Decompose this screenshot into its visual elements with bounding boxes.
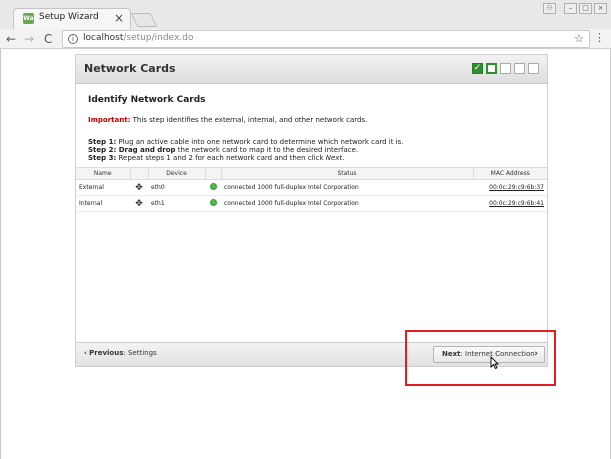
step-pending-icon bbox=[528, 63, 539, 74]
close-window-icon[interactable]: × bbox=[594, 3, 607, 14]
row-device: eth0 bbox=[148, 179, 205, 196]
browser-chrome: Wa Setup Wizard × ⚇ – □ × ← → C i localh… bbox=[0, 0, 611, 49]
bookmark-star-icon[interactable]: ☆ bbox=[574, 32, 584, 45]
mouse-cursor-icon bbox=[490, 355, 500, 372]
row-status: connected 1000 full-duplex Intel Corpora… bbox=[221, 179, 473, 196]
tab-strip: Wa Setup Wizard × ⚇ – □ × bbox=[0, 0, 611, 29]
network-cards-table: Name Device Status MAC Address External … bbox=[76, 167, 547, 212]
browser-toolbar: ← → C i localhost/setup/index.do ☆ ⋮ bbox=[0, 29, 611, 49]
mac-address-link[interactable]: 00:0c:29:c9:6b:41 bbox=[473, 195, 547, 212]
step-pending-icon bbox=[500, 63, 511, 74]
address-bar[interactable]: i localhost/setup/index.do ☆ bbox=[62, 30, 590, 48]
important-text: This step identifies the external, inter… bbox=[130, 116, 368, 124]
table-row[interactable]: External ✥ eth0 connected 1000 full-dupl… bbox=[76, 179, 547, 196]
step-indicator: ✓ bbox=[472, 63, 539, 74]
reload-icon[interactable]: C bbox=[44, 31, 52, 47]
status-indicator bbox=[205, 195, 221, 212]
step-3-text: Repeat steps 1 and 2 for each network ca… bbox=[116, 154, 326, 162]
row-device: eth1 bbox=[148, 195, 205, 212]
status-green-icon bbox=[209, 199, 217, 206]
table-header-row: Name Device Status MAC Address bbox=[76, 167, 547, 180]
page-title: Network Cards bbox=[84, 62, 176, 75]
row-status: connected 1000 full-duplex Intel Corpora… bbox=[221, 195, 473, 212]
maximize-icon[interactable]: □ bbox=[579, 3, 592, 14]
step-current-icon bbox=[486, 63, 497, 74]
forward-icon[interactable]: → bbox=[24, 31, 34, 47]
important-note: Important: This step identifies the exte… bbox=[88, 116, 367, 124]
mac-address-link[interactable]: 00:0c:29:c9:6b:37 bbox=[473, 179, 547, 196]
status-green-icon bbox=[209, 183, 217, 190]
browser-menu-icon[interactable]: ⋮ bbox=[594, 31, 605, 45]
highlight-box bbox=[405, 330, 556, 386]
wizard-header: Network Cards ✓ bbox=[76, 55, 547, 84]
wizard-card: Network Cards ✓ Identify Network Cards I… bbox=[75, 54, 548, 367]
important-label: Important: bbox=[88, 116, 131, 124]
step-1-label: Step 1: bbox=[88, 138, 117, 146]
previous-label: Previous bbox=[89, 349, 124, 357]
minimize-icon[interactable]: – bbox=[564, 3, 577, 14]
step-3-label: Step 3: bbox=[88, 154, 117, 162]
column-header-name: Name bbox=[76, 167, 130, 180]
tab-close-icon[interactable]: × bbox=[114, 10, 124, 26]
new-tab-button[interactable] bbox=[130, 13, 158, 27]
url-text: localhost/setup/index.do bbox=[83, 33, 193, 43]
section-subtitle: Identify Network Cards bbox=[88, 95, 206, 105]
step-1-text: Plug an active cable into one network ca… bbox=[116, 138, 404, 146]
drag-handle-icon[interactable]: ✥ bbox=[130, 179, 148, 196]
page-viewport: Network Cards ✓ Identify Network Cards I… bbox=[0, 49, 611, 459]
column-header-drag bbox=[129, 167, 148, 180]
back-icon[interactable]: ← bbox=[6, 31, 16, 47]
table-row[interactable]: Internal ✥ eth1 connected 1000 full-dupl… bbox=[76, 195, 547, 212]
status-indicator bbox=[205, 179, 221, 196]
url-host: localhost bbox=[83, 33, 124, 43]
step-1-instruction: Step 1: Plug an active cable into one ne… bbox=[88, 138, 403, 146]
info-icon[interactable]: i bbox=[68, 34, 78, 44]
column-header-indicator bbox=[204, 167, 221, 180]
step-2-instruction: Step 2: Drag and drop the network card t… bbox=[88, 146, 358, 154]
column-header-status: Status bbox=[220, 167, 473, 180]
column-header-device: Device bbox=[147, 167, 205, 180]
column-header-mac: MAC Address bbox=[472, 167, 547, 180]
previous-target: : Settings bbox=[123, 349, 157, 357]
tab-title: Setup Wizard bbox=[39, 12, 99, 22]
step-2-text: the network card to map it to the desire… bbox=[175, 146, 359, 154]
window-controls: ⚇ – □ × bbox=[543, 3, 607, 14]
user-icon[interactable]: ⚇ bbox=[543, 3, 556, 14]
url-path: /setup/index.do bbox=[123, 33, 194, 43]
row-name: External bbox=[76, 179, 130, 196]
step-3-instruction: Step 3: Repeat steps 1 and 2 for each ne… bbox=[88, 154, 344, 162]
step-2-label: Step 2: Drag and drop bbox=[88, 146, 176, 154]
step-3-next: Next bbox=[325, 154, 343, 162]
step-3-end: . bbox=[342, 154, 345, 162]
drag-handle-icon[interactable]: ✥ bbox=[130, 195, 148, 212]
previous-button[interactable]: ‹ Previous: Settings bbox=[84, 349, 157, 357]
tab-setup-wizard[interactable]: Wa Setup Wizard × bbox=[13, 8, 131, 29]
step-pending-icon bbox=[514, 63, 525, 74]
chevron-left-icon: ‹ bbox=[84, 349, 87, 357]
row-name: Internal bbox=[76, 195, 130, 212]
favicon-icon: Wa bbox=[23, 13, 34, 24]
step-done-icon: ✓ bbox=[472, 63, 483, 74]
